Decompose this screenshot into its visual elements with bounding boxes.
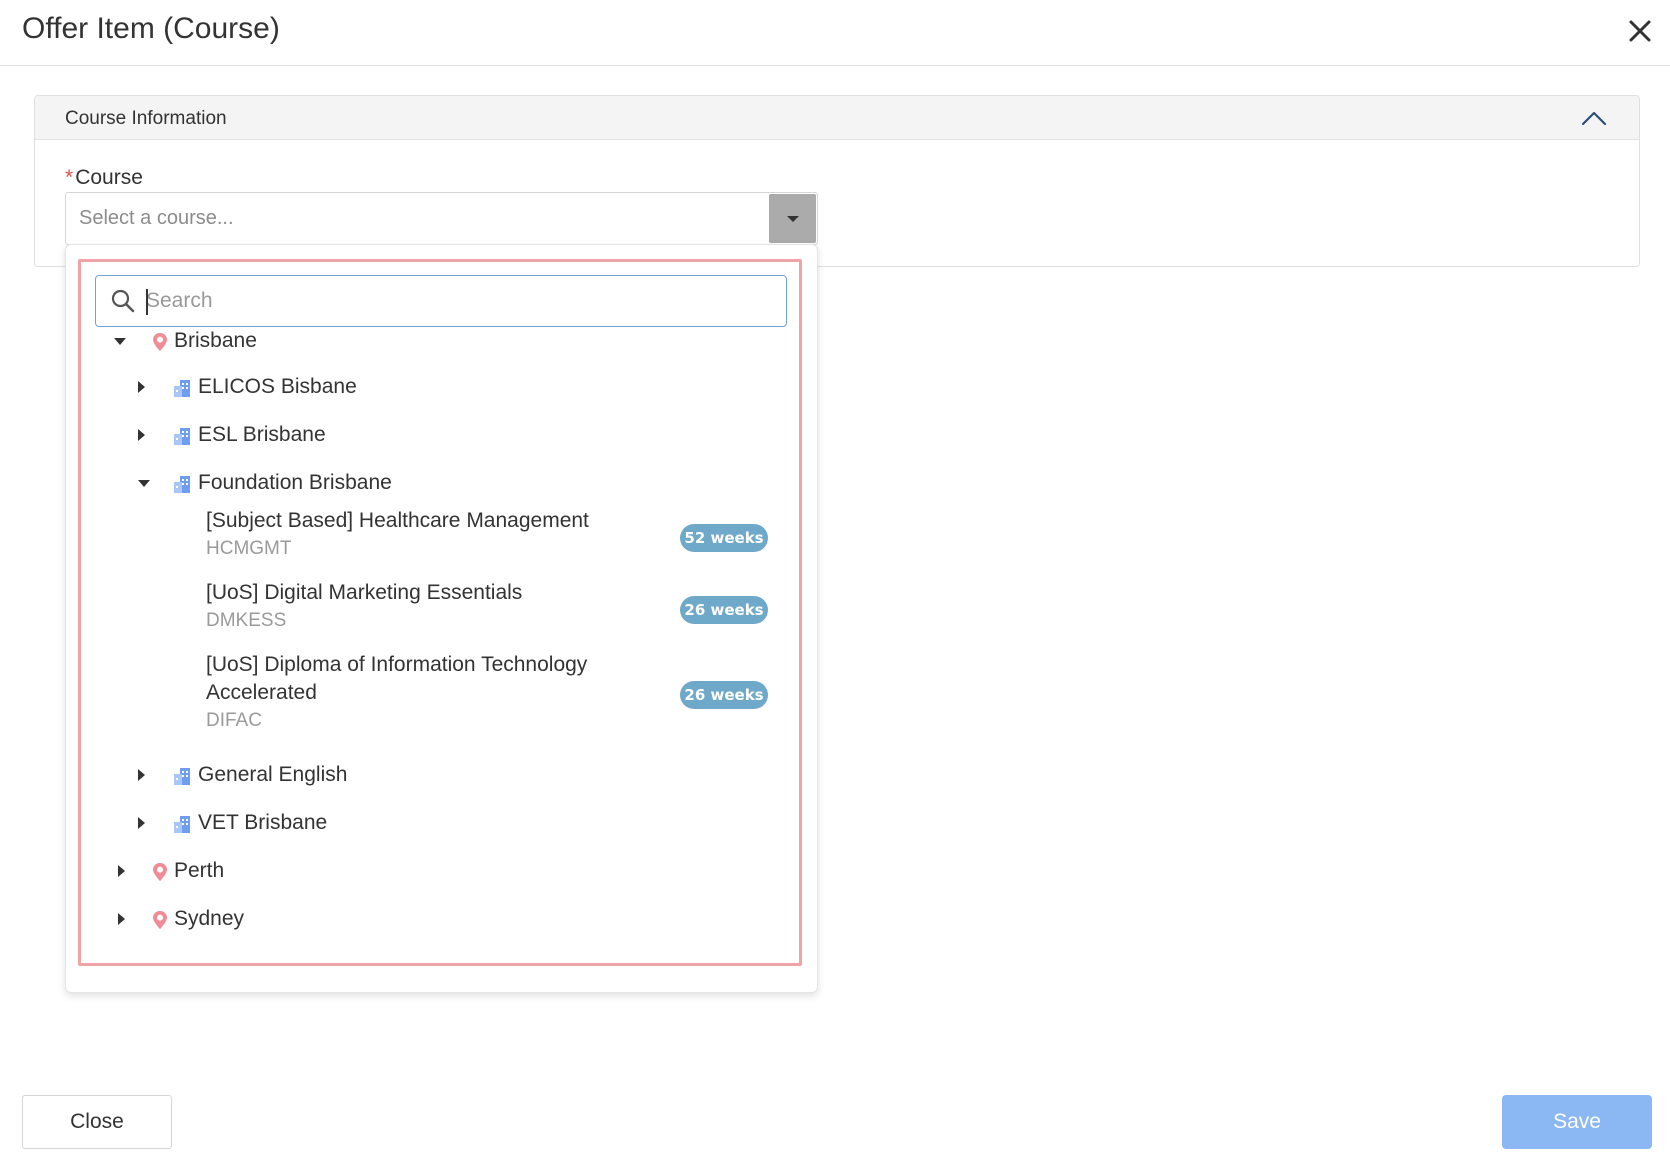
- course-label-text: Course: [75, 166, 143, 189]
- caret-right-icon[interactable]: [138, 429, 145, 441]
- duration-badge: 52 weeks: [680, 524, 768, 552]
- tree-provider-esl-brisbane[interactable]: ESL Brisbane: [138, 419, 774, 453]
- building-icon: [172, 473, 192, 495]
- tree-location-perth[interactable]: Perth: [118, 855, 774, 889]
- tree-label: Foundation Brisbane: [198, 471, 392, 494]
- building-icon: [172, 813, 192, 835]
- tree-label: VET Brisbane: [198, 811, 328, 834]
- caret-right-icon[interactable]: [118, 865, 125, 877]
- tree-location-brisbane[interactable]: Brisbane: [114, 325, 774, 359]
- required-marker: *: [65, 166, 74, 189]
- tree-label: Perth: [174, 859, 225, 882]
- caret-right-icon[interactable]: [138, 381, 145, 393]
- duration-badge: 26 weeks: [680, 681, 768, 709]
- caret-down-icon: [787, 216, 799, 222]
- tree-label: Sydney: [174, 907, 245, 930]
- save-button[interactable]: Save: [1502, 1095, 1652, 1149]
- text-cursor: [146, 289, 148, 315]
- caret-right-icon[interactable]: [138, 817, 145, 829]
- caret-down-icon[interactable]: [138, 480, 150, 487]
- caret-down-icon[interactable]: [114, 338, 126, 345]
- caret-right-icon[interactable]: [118, 913, 125, 925]
- course-option-difac[interactable]: [UoS] Diploma of Information Technology …: [206, 651, 786, 743]
- section-title: Course Information: [65, 108, 227, 129]
- search-icon: [110, 288, 136, 314]
- building-icon: [172, 765, 192, 787]
- building-icon: [172, 377, 192, 399]
- tree-provider-foundation-brisbane[interactable]: Foundation Brisbane: [138, 467, 774, 501]
- course-code: DIFAC: [206, 710, 262, 731]
- duration-badge: 26 weeks: [680, 596, 768, 624]
- course-name-line1: [UoS] Diploma of Information Technology: [206, 653, 588, 676]
- tree-label: ELICOS Bisbane: [198, 375, 357, 398]
- course-field-label: *Course: [65, 166, 143, 190]
- search-box[interactable]: [95, 275, 787, 327]
- course-select-placeholder: Select a course...: [79, 207, 234, 229]
- section-header[interactable]: Course Information: [35, 96, 1639, 140]
- tree-label: Brisbane: [174, 329, 257, 352]
- tree-location-sydney[interactable]: Sydney: [118, 903, 774, 937]
- close-icon[interactable]: [1620, 12, 1660, 52]
- location-pin-icon: [150, 331, 170, 353]
- modal-header: Offer Item (Course): [0, 0, 1670, 66]
- dropdown-toggle-button[interactable]: [769, 194, 816, 243]
- close-button[interactable]: Close: [22, 1095, 172, 1149]
- modal-title: Offer Item (Course): [22, 12, 280, 45]
- location-pin-icon: [150, 909, 170, 931]
- tree-label: ESL Brisbane: [198, 423, 326, 446]
- location-pin-icon: [150, 861, 170, 883]
- course-select[interactable]: Select a course...: [65, 192, 818, 245]
- tree-provider-vet-brisbane[interactable]: VET Brisbane: [138, 807, 774, 841]
- building-icon: [172, 425, 192, 447]
- chevron-up-icon[interactable]: [1579, 104, 1609, 132]
- tree-provider-elicos-bisbane[interactable]: ELICOS Bisbane: [138, 371, 774, 405]
- course-dropdown-panel: Brisbane ELICOS Bisbane: [65, 244, 818, 993]
- caret-right-icon[interactable]: [138, 769, 145, 781]
- search-input[interactable]: [146, 286, 766, 316]
- course-option-hcmgmt[interactable]: [Subject Based] Healthcare Management HC…: [206, 507, 786, 571]
- tree-provider-general-english[interactable]: General English: [138, 759, 774, 793]
- course-option-dmkess[interactable]: [UoS] Digital Marketing Essentials DMKES…: [206, 579, 786, 643]
- tree-label: General English: [198, 763, 348, 786]
